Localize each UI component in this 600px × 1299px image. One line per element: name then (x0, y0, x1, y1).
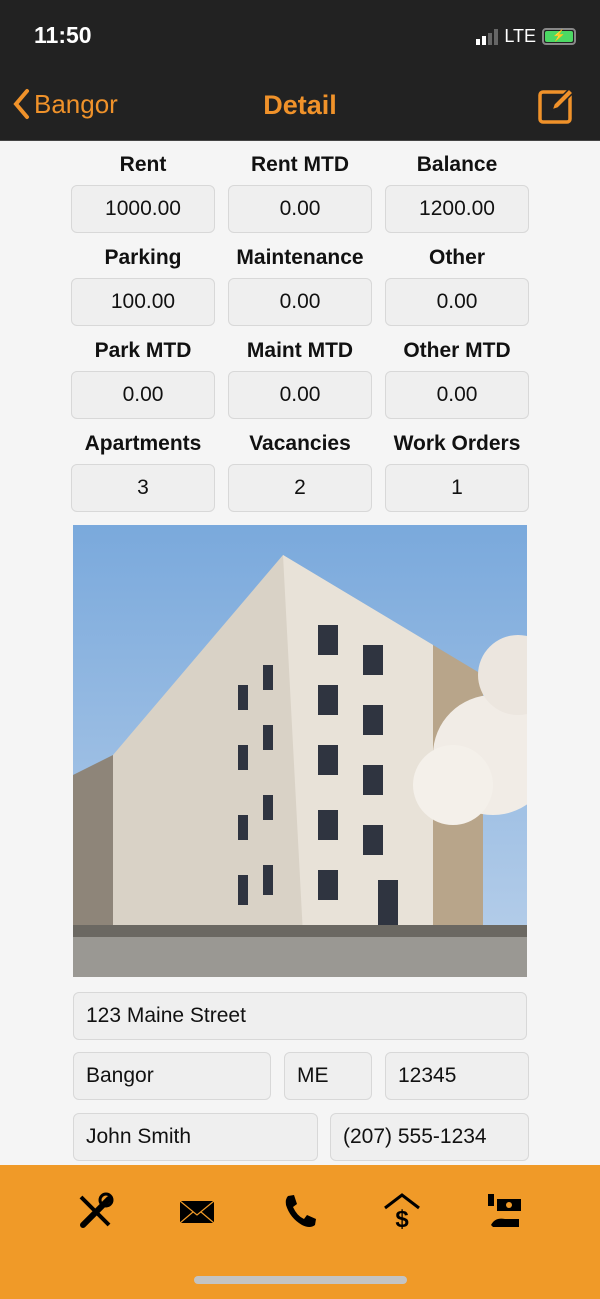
signal-icon (476, 28, 499, 45)
parking-field[interactable]: 100.00 (71, 278, 215, 326)
city-field[interactable]: Bangor (73, 1052, 271, 1100)
tools-icon[interactable] (75, 1191, 115, 1231)
rent-label: Rent (119, 153, 167, 176)
apartments-field[interactable]: 3 (71, 464, 215, 512)
mail-icon[interactable] (177, 1191, 217, 1231)
house-dollar-icon[interactable]: $ (382, 1191, 422, 1231)
other-label: Other (428, 246, 485, 269)
maintenance-field[interactable]: 0.00 (228, 278, 372, 326)
property-photo (73, 525, 527, 977)
street-field[interactable]: 123 Maine Street (73, 992, 527, 1040)
maint-mtd-label: Maint MTD (246, 339, 354, 362)
network-label: LTE (504, 26, 536, 46)
svg-text:$: $ (395, 1206, 409, 1231)
maint-mtd-field[interactable]: 0.00 (228, 371, 372, 419)
status-indicators: LTE ⚡ (476, 26, 576, 47)
contact-name-field[interactable]: John Smith (73, 1113, 318, 1161)
home-indicator[interactable] (194, 1276, 407, 1284)
phone-field[interactable]: (207) 555-1234 (330, 1113, 529, 1161)
navigation-bar: 11:50 LTE ⚡ Bangor Detail (0, 0, 600, 141)
state-field[interactable]: ME (284, 1052, 372, 1100)
rent-field[interactable]: 1000.00 (71, 185, 215, 233)
maintenance-label: Maintenance (236, 246, 364, 269)
vacancies-label: Vacancies (249, 432, 351, 455)
other-mtd-label: Other MTD (403, 339, 511, 362)
zip-field[interactable]: 12345 (385, 1052, 529, 1100)
work-orders-field[interactable]: 1 (385, 464, 529, 512)
battery-icon: ⚡ (542, 28, 576, 45)
rent-mtd-label: Rent MTD (251, 153, 349, 176)
vacancies-field[interactable]: 2 (228, 464, 372, 512)
apartments-label: Apartments (84, 432, 202, 455)
hand-money-icon[interactable] (485, 1191, 525, 1231)
park-mtd-field[interactable]: 0.00 (71, 371, 215, 419)
page-title: Detail (263, 90, 337, 120)
other-mtd-field[interactable]: 0.00 (385, 371, 529, 419)
park-mtd-label: Park MTD (94, 339, 192, 362)
balance-field[interactable]: 1200.00 (385, 185, 529, 233)
edit-icon[interactable] (538, 86, 576, 124)
status-time: 11:50 (34, 22, 92, 48)
phone-icon[interactable] (280, 1191, 320, 1231)
rent-mtd-field[interactable]: 0.00 (228, 185, 372, 233)
parking-label: Parking (104, 246, 182, 269)
work-orders-label: Work Orders (393, 432, 521, 455)
other-field[interactable]: 0.00 (385, 278, 529, 326)
balance-label: Balance (416, 153, 498, 176)
